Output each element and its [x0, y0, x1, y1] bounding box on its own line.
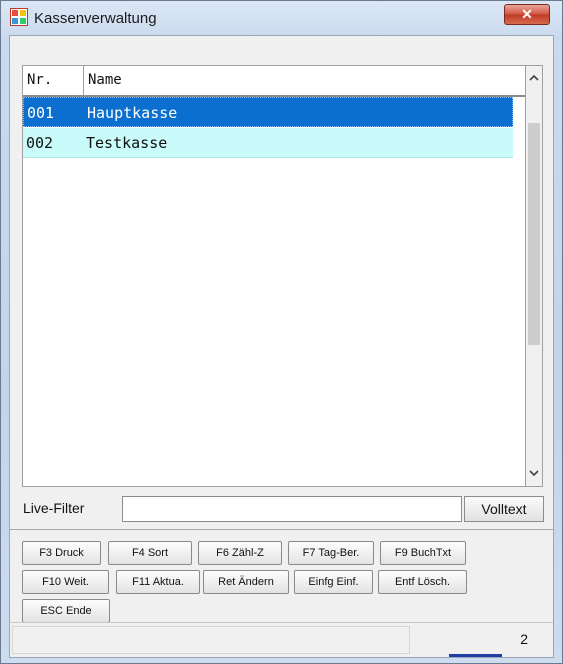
divider — [10, 529, 553, 530]
cash-register-table[interactable]: Nr. Name 001 Hauptkasse 002 Testkasse — [22, 65, 526, 487]
cell-name: Hauptkasse — [87, 104, 178, 122]
refresh-button[interactable]: F11 Aktua. — [116, 570, 200, 594]
close-button[interactable]: ✕ — [504, 4, 550, 25]
sort-button[interactable]: F4 Sort — [108, 541, 192, 565]
cell-nr: 002 — [26, 134, 54, 152]
chevron-up-icon[interactable] — [526, 68, 542, 88]
status-indicator — [449, 654, 502, 657]
scrollbar-thumb[interactable] — [528, 123, 540, 345]
column-header-nr[interactable]: Nr. — [23, 66, 84, 95]
status-message-panel — [12, 626, 410, 654]
delete-button[interactable]: Entf Lösch. — [378, 570, 467, 594]
close-icon: ✕ — [521, 6, 533, 22]
cell-name: Testkasse — [86, 134, 168, 152]
client-area: Nr. Name 001 Hauptkasse 002 Testkasse Li… — [9, 35, 554, 658]
table-header: Nr. Name — [23, 66, 525, 97]
table-row[interactable]: 002 Testkasse — [23, 128, 513, 158]
window-frame: Kassenverwaltung ✕ Nr. Name 001 Hauptkas… — [0, 0, 563, 664]
table-row-selected[interactable]: 001 Hauptkasse — [23, 97, 513, 127]
booking-text-button[interactable]: F9 BuchTxt — [380, 541, 466, 565]
vertical-scrollbar[interactable] — [526, 65, 543, 487]
edit-button[interactable]: Ret Ändern — [203, 570, 289, 594]
window-title: Kassenverwaltung — [34, 10, 157, 27]
count-z-button[interactable]: F6 Zähl-Z — [198, 541, 282, 565]
print-button[interactable]: F3 Druck — [22, 541, 101, 565]
app-grid-icon — [10, 8, 28, 26]
more-button[interactable]: F10 Weit. — [22, 570, 109, 594]
insert-button[interactable]: Einfg Einf. — [294, 570, 373, 594]
status-bar: 2 — [10, 622, 553, 657]
filter-bar: Live-Filter Volltext — [10, 492, 553, 526]
title-bar[interactable]: Kassenverwaltung ✕ — [1, 1, 562, 35]
record-count: 2 — [520, 631, 528, 647]
day-report-button[interactable]: F7 Tag-Ber. — [288, 541, 374, 565]
chevron-down-icon[interactable] — [526, 464, 542, 484]
fulltext-button[interactable]: Volltext — [464, 496, 544, 522]
live-filter-label: Live-Filter — [23, 500, 85, 516]
column-header-name[interactable]: Name — [84, 66, 525, 95]
live-filter-input[interactable] — [122, 496, 462, 522]
exit-button[interactable]: ESC Ende — [22, 599, 110, 623]
cell-nr: 001 — [27, 104, 55, 122]
